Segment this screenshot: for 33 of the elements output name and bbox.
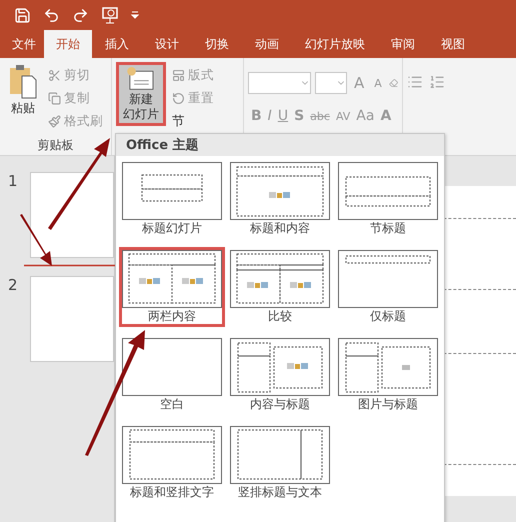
ribbon-tab[interactable]: 审阅 [378,30,428,58]
copy-icon [48,92,61,105]
presentation-icon[interactable] [101,6,119,24]
ribbon-tab[interactable]: 动画 [242,30,292,58]
paste-button[interactable]: 粘贴 [4,62,42,117]
gallery-header: Office 主题 [116,134,444,156]
ribbon-tab[interactable]: 视图 [428,30,478,58]
group-label: 剪贴板 [36,136,74,154]
slide-icon [126,67,156,91]
save-icon[interactable] [14,6,31,24]
scissors-icon [48,69,61,82]
redo-icon[interactable] [72,6,89,24]
ribbon-tab[interactable]: 设计 [142,30,192,58]
layout-option[interactable]: 两栏内容 [119,247,225,327]
font-name-field[interactable] [248,72,311,94]
ribbon-tab[interactable]: 开始 [44,30,92,58]
slide-thumbnail[interactable] [30,172,114,258]
section-button[interactable]: 节 [170,112,216,131]
slide-number: 1 [8,172,16,192]
ribbon-tab[interactable]: 幻灯片放映 [292,30,378,58]
slide-number: 2 [8,276,16,296]
paintbrush-icon [48,115,61,128]
slide-thumbnail[interactable] [30,276,114,362]
reset-icon [172,92,185,105]
layout-icon [172,69,185,82]
customize-icon[interactable] [131,11,139,19]
font-size-field[interactable] [314,72,347,94]
new-slide-button[interactable]: 新建 幻灯片 [116,62,166,126]
ribbon-tab[interactable]: 切换 [192,30,242,58]
ribbon-tab[interactable]: 插入 [92,30,142,58]
clipboard-icon [8,64,38,100]
ribbon-tab[interactable]: 文件 [4,30,44,58]
undo-icon[interactable] [43,6,60,24]
